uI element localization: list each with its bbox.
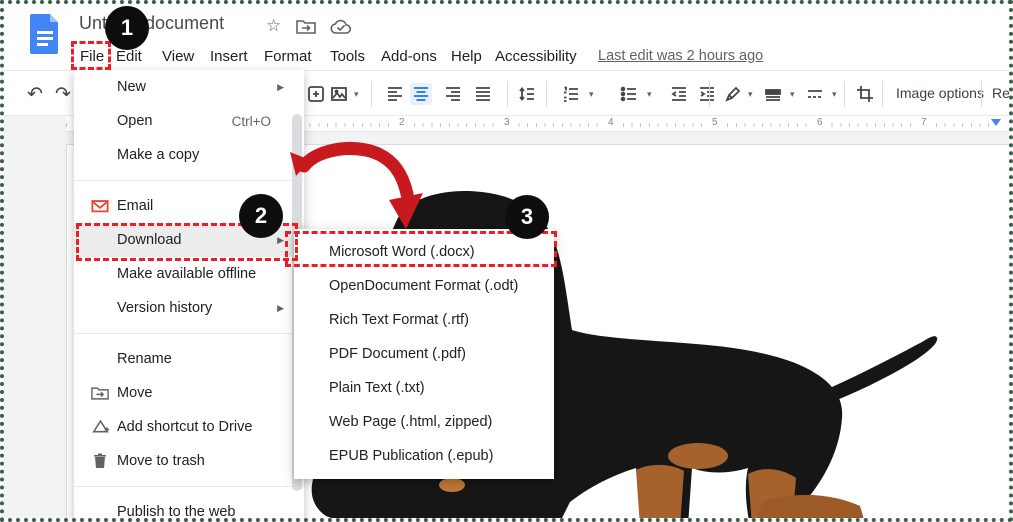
submenu-item-rich-text[interactable]: Rich Text Format (.rtf) bbox=[294, 303, 554, 337]
toolbar-separator bbox=[882, 81, 883, 107]
menu-file[interactable]: File bbox=[80, 48, 104, 65]
numbered-list-dropdown-icon[interactable]: ▾ bbox=[589, 89, 594, 100]
cloud-saved-icon[interactable] bbox=[330, 19, 352, 35]
line-spacing-icon[interactable] bbox=[516, 83, 538, 105]
screenshot-frame: 2 3 4 5 6 7 Untitled document bbox=[0, 0, 1013, 522]
submenu-arrow-icon: ▶ bbox=[277, 82, 284, 93]
annotation-badge-1: 1 bbox=[105, 6, 149, 50]
image-options-button[interactable]: Image options bbox=[896, 85, 984, 101]
line-weight-icon[interactable] bbox=[762, 83, 784, 105]
menu-divider bbox=[74, 180, 304, 181]
menu-divider bbox=[74, 333, 304, 334]
download-submenu: Microsoft Word (.docx) OpenDocument Form… bbox=[294, 229, 554, 479]
submenu-item-epub[interactable]: EPUB Publication (.epub) bbox=[294, 439, 554, 473]
border-dash-dropdown-icon[interactable]: ▾ bbox=[832, 89, 837, 100]
file-menu: New ▶ Open Ctrl+O Make a copy Email Down… bbox=[74, 70, 304, 522]
menu-format[interactable]: Format bbox=[264, 48, 312, 65]
trash-icon bbox=[89, 453, 111, 469]
border-color-icon[interactable] bbox=[722, 83, 744, 105]
border-color-dropdown-icon[interactable]: ▾ bbox=[748, 89, 753, 100]
shortcut-label: Ctrl+O bbox=[232, 114, 271, 129]
toolbar-separator bbox=[981, 81, 982, 107]
menu-item-version-history[interactable]: Version history ▶ bbox=[74, 291, 304, 325]
undo-icon[interactable]: ↶ bbox=[24, 83, 46, 105]
align-center-icon[interactable] bbox=[410, 83, 432, 105]
move-folder-icon[interactable] bbox=[296, 19, 316, 35]
gmail-icon bbox=[89, 199, 111, 213]
menu-edit[interactable]: Edit bbox=[116, 48, 142, 65]
menu-divider bbox=[74, 486, 304, 487]
menu-item-add-shortcut-to-drive[interactable]: Add shortcut to Drive bbox=[74, 410, 304, 444]
submenu-item-plain-text[interactable]: Plain Text (.txt) bbox=[294, 371, 554, 405]
add-comment-icon[interactable] bbox=[305, 83, 327, 105]
menu-item-publish-to-the-web[interactable]: Publish to the web bbox=[74, 495, 304, 522]
margin-marker-icon[interactable] bbox=[991, 119, 1001, 126]
insert-image-icon[interactable] bbox=[328, 83, 350, 105]
decrease-indent-icon[interactable] bbox=[668, 83, 690, 105]
menu-item-make-available-offline[interactable]: Make available offline bbox=[74, 257, 304, 291]
menu-item-open[interactable]: Open Ctrl+O bbox=[74, 104, 304, 138]
submenu-item-web-page[interactable]: Web Page (.html, zipped) bbox=[294, 405, 554, 439]
line-weight-dropdown-icon[interactable]: ▾ bbox=[790, 89, 795, 100]
submenu-arrow-icon: ▶ bbox=[277, 235, 284, 246]
toolbar-separator bbox=[371, 81, 372, 107]
google-docs-icon bbox=[30, 14, 60, 56]
document-title[interactable]: Untitled document bbox=[79, 13, 224, 34]
menu-item-rename[interactable]: Rename bbox=[74, 342, 304, 376]
menu-insert[interactable]: Insert bbox=[210, 48, 248, 65]
toolbar-separator bbox=[844, 81, 845, 107]
submenu-item-microsoft-word[interactable]: Microsoft Word (.docx) bbox=[294, 235, 554, 269]
image-dropdown-icon[interactable]: ▾ bbox=[354, 89, 359, 100]
ruler-number: 6 bbox=[814, 117, 826, 128]
annotation-badge-2: 2 bbox=[239, 194, 283, 238]
menu-addons[interactable]: Add-ons bbox=[381, 48, 437, 65]
drive-add-icon bbox=[89, 419, 111, 435]
justify-icon[interactable] bbox=[472, 83, 494, 105]
redo-icon[interactable]: ↷ bbox=[52, 83, 74, 105]
toolbar-separator bbox=[709, 81, 710, 107]
menu-item-move-to-trash[interactable]: Move to trash bbox=[74, 444, 304, 478]
menu-item-move[interactable]: Move bbox=[74, 376, 304, 410]
bulleted-list-dropdown-icon[interactable]: ▾ bbox=[647, 89, 652, 100]
title-bar: Untitled document ☆ File Edit View Inser… bbox=[4, 4, 1009, 70]
reset-image-button[interactable]: Re bbox=[992, 85, 1010, 101]
ruler-number: 5 bbox=[709, 117, 721, 128]
crop-icon[interactable] bbox=[854, 83, 876, 105]
star-icon[interactable]: ☆ bbox=[266, 16, 281, 36]
submenu-arrow-icon: ▶ bbox=[277, 303, 284, 314]
menu-item-new[interactable]: New ▶ bbox=[74, 70, 304, 104]
move-folder-icon bbox=[89, 386, 111, 401]
menu-view[interactable]: View bbox=[162, 48, 194, 65]
menu-item-make-a-copy[interactable]: Make a copy bbox=[74, 138, 304, 172]
border-dash-icon[interactable] bbox=[804, 83, 826, 105]
last-edit-link[interactable]: Last edit was 2 hours ago bbox=[598, 48, 763, 64]
menu-help[interactable]: Help bbox=[451, 48, 482, 65]
menu-tools[interactable]: Tools bbox=[330, 48, 365, 65]
numbered-list-icon[interactable] bbox=[560, 83, 582, 105]
annotation-badge-3: 3 bbox=[505, 195, 549, 239]
increase-indent-icon[interactable] bbox=[696, 83, 718, 105]
menu-accessibility[interactable]: Accessibility bbox=[495, 48, 577, 65]
ruler-number: 2 bbox=[396, 117, 408, 128]
toolbar-separator bbox=[546, 81, 547, 107]
ruler-number: 3 bbox=[501, 117, 513, 128]
bulleted-list-icon[interactable] bbox=[618, 83, 640, 105]
submenu-item-pdf[interactable]: PDF Document (.pdf) bbox=[294, 337, 554, 371]
ruler-number: 4 bbox=[605, 117, 617, 128]
align-right-icon[interactable] bbox=[442, 83, 464, 105]
toolbar-separator bbox=[507, 81, 508, 107]
align-left-icon[interactable] bbox=[384, 83, 406, 105]
ruler-number: 7 bbox=[918, 117, 930, 128]
submenu-item-opendocument[interactable]: OpenDocument Format (.odt) bbox=[294, 269, 554, 303]
